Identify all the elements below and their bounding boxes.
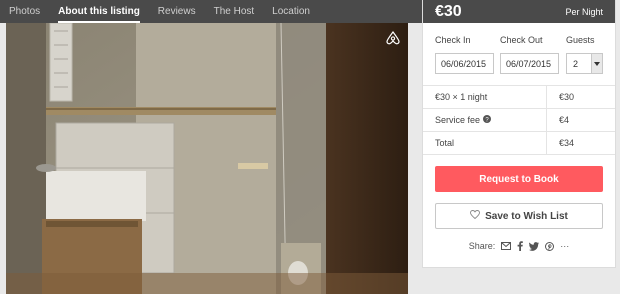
total-value: €34 [559,138,575,148]
pinterest-icon[interactable] [545,241,555,251]
check-out-label: Check Out [500,35,543,45]
wishlist-label: Save to Wish List [485,210,568,222]
price-breakdown: €30 × 1 night €30 Service fee ? €4 Total… [423,86,615,155]
save-to-wishlist-button[interactable]: Save to Wish List [435,203,603,229]
booking-form: Check In Check Out Guests 06/06/2015 06/… [423,23,615,86]
nights-value: €30 [559,92,575,102]
service-fee-label: Service fee [435,115,481,125]
airbnb-logo-icon [386,31,400,45]
share-row: Share: ··· [423,241,615,251]
nav-location[interactable]: Location [263,0,319,23]
total-label: Total [423,132,547,154]
listing-nav: Photos About this listing Reviews The Ho… [0,0,422,23]
guests-label: Guests [566,35,595,45]
guests-value: 2 [573,58,579,69]
email-icon[interactable] [501,242,512,250]
per-night-label: Per Night [565,6,603,17]
guests-select[interactable]: 2 [566,53,603,74]
listing-photo[interactable] [6,23,408,294]
price-header: €30 Per Night [423,0,615,23]
nav-the-host[interactable]: The Host [205,0,264,23]
nightly-price: €30 [435,2,462,20]
more-icon[interactable]: ··· [560,241,569,251]
bathroom-photo-image [6,23,408,294]
nights-label: €30 × 1 night [423,86,547,108]
breakdown-row-nights: €30 × 1 night €30 [423,86,615,109]
breakdown-row-total: Total €34 [423,132,615,155]
dropdown-arrow-icon [591,54,602,73]
check-in-label: Check In [435,35,471,45]
twitter-icon[interactable] [529,241,540,251]
service-fee-value: €4 [559,115,570,125]
nav-about-this-listing[interactable]: About this listing [49,0,149,23]
breakdown-row-service-fee: Service fee ? €4 [423,109,615,132]
info-icon[interactable]: ? [483,115,492,125]
nav-photos[interactable]: Photos [0,0,49,23]
facebook-icon[interactable] [517,241,524,251]
share-label: Share: [468,241,496,251]
request-to-book-button[interactable]: Request to Book [435,166,603,192]
nav-reviews[interactable]: Reviews [149,0,205,23]
check-out-field[interactable]: 06/07/2015 [500,53,559,74]
heart-icon [470,210,481,222]
check-in-field[interactable]: 06/06/2015 [435,53,494,74]
booking-panel: €30 Per Night Check In Check Out Guests … [422,0,616,268]
